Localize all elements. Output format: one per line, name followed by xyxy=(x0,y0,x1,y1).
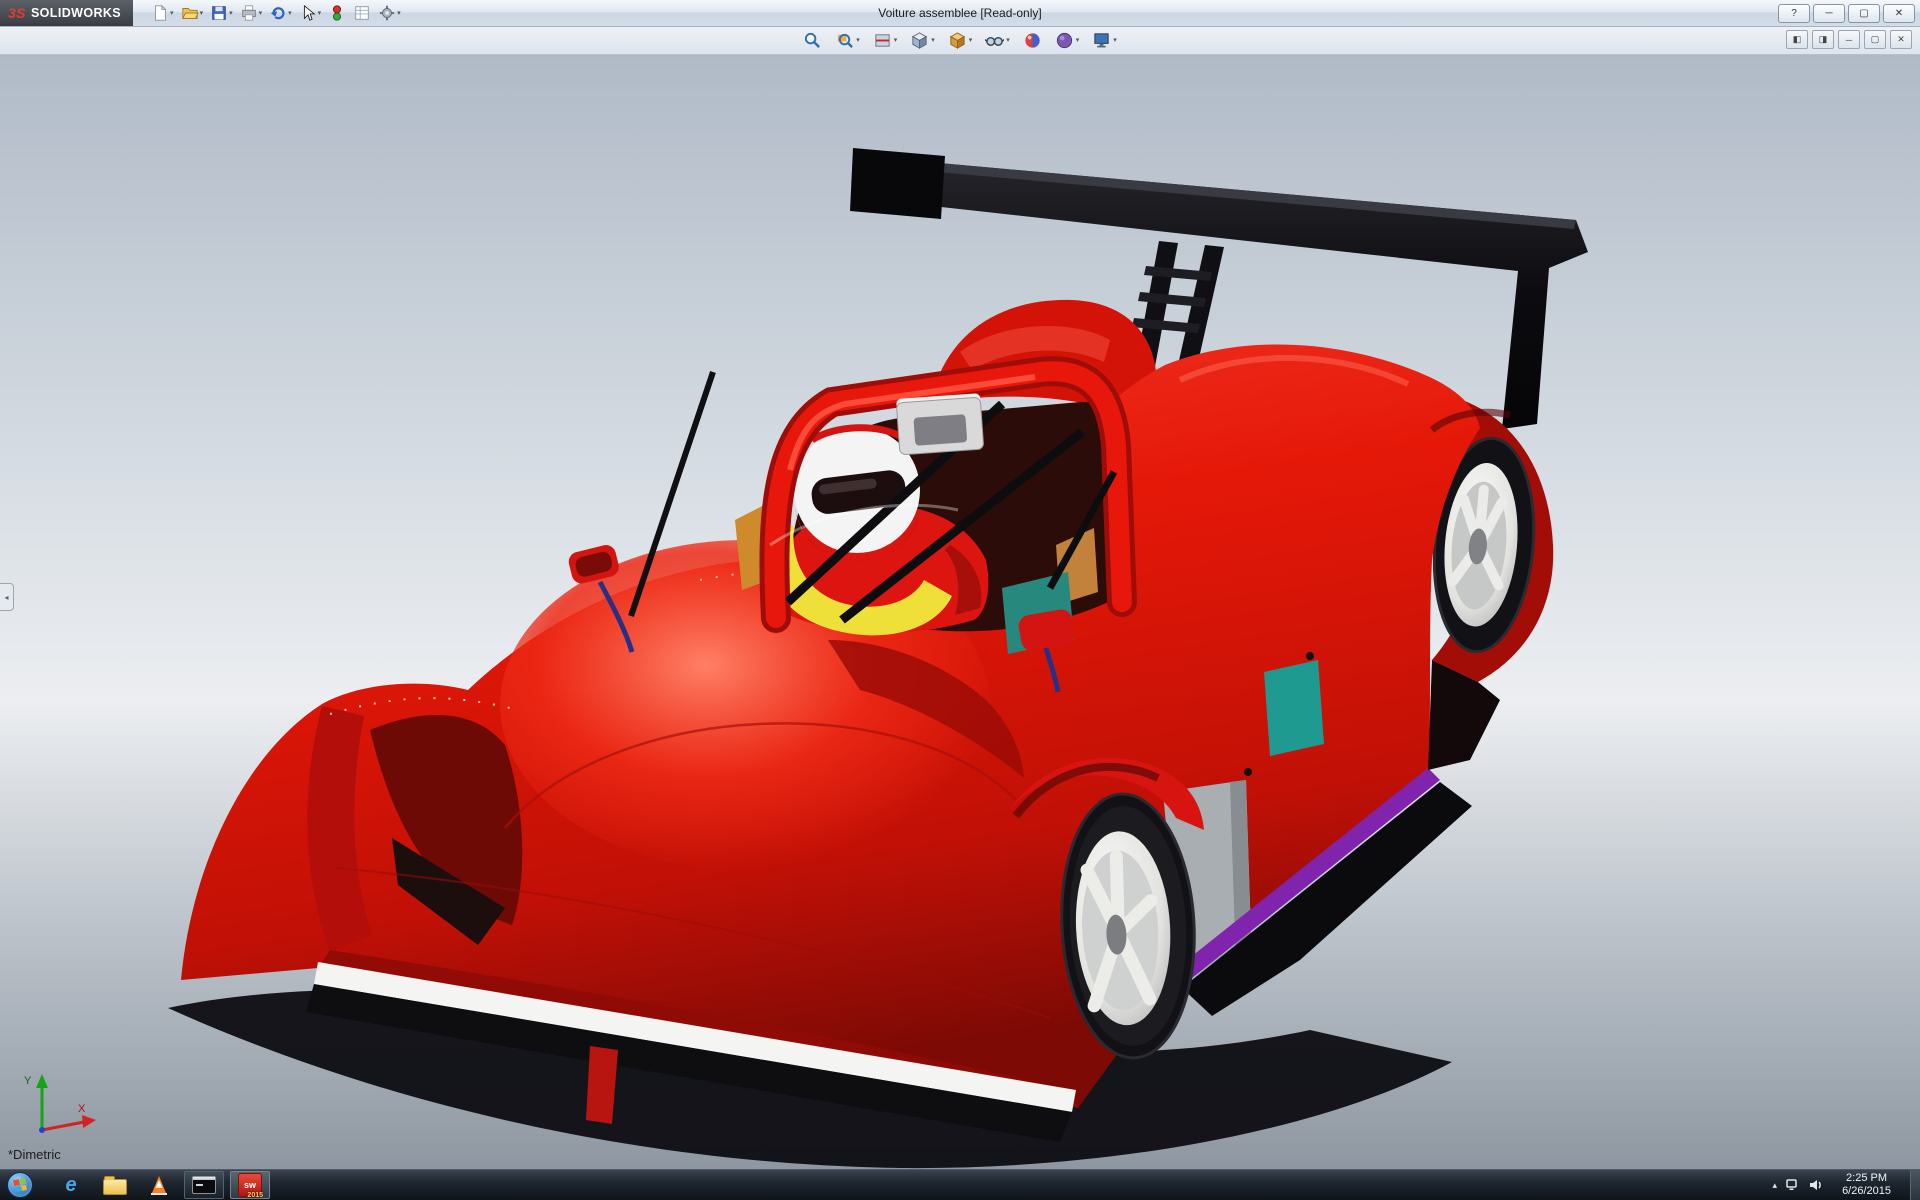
solidworks-year-badge: 2015 xyxy=(247,1192,263,1199)
display-style-button[interactable]: ▾ xyxy=(945,29,976,52)
show-desktop-button[interactable] xyxy=(1910,1170,1920,1200)
save-icon xyxy=(210,4,228,22)
view-settings-monitor-icon xyxy=(1092,31,1111,50)
heads-up-toolbar: ▾ ▾ ▾ ▾ ▾ ▾ xyxy=(0,26,1920,55)
maximize-button[interactable]: ▢ xyxy=(1848,4,1880,23)
view-orientation-cube-icon xyxy=(910,31,929,50)
panel-collapse-tab[interactable]: ◂ xyxy=(0,583,14,611)
hide-show-glasses-icon xyxy=(985,31,1004,50)
new-button[interactable]: ▾ xyxy=(149,3,176,23)
save-button[interactable]: ▾ xyxy=(208,3,235,23)
pane-left-button[interactable]: ◧ xyxy=(1786,30,1808,49)
help-button[interactable]: ? xyxy=(1778,4,1810,23)
graphics-area[interactable]: Y X *Dimetric xyxy=(0,54,1920,1170)
zoom-area-button[interactable]: ▾ xyxy=(832,29,863,52)
volume-icon[interactable] xyxy=(1809,1179,1825,1191)
open-button[interactable]: ▾ xyxy=(179,3,206,23)
undo-button[interactable]: ▾ xyxy=(267,3,294,23)
system-tray: ▴ 2:25 PM 6/26/2015 xyxy=(1773,1170,1920,1200)
view-orientation-label: *Dimetric xyxy=(8,1147,61,1162)
zoom-area-icon xyxy=(835,31,854,50)
sheet-properties-icon xyxy=(353,4,371,22)
zoom-fit-icon xyxy=(803,31,822,50)
doc-restore-button[interactable]: ▢ xyxy=(1864,30,1886,49)
triad-x-label: X xyxy=(78,1103,86,1115)
doc-minimize-button[interactable]: ─ xyxy=(1838,30,1860,49)
select-cursor-icon xyxy=(299,4,317,22)
doc-close-button[interactable]: ✕ xyxy=(1890,30,1912,49)
undo-icon xyxy=(269,4,287,22)
section-view-button[interactable]: ▾ xyxy=(870,29,901,52)
show-hidden-icons-button[interactable]: ▴ xyxy=(1773,1180,1778,1191)
new-document-icon xyxy=(151,4,169,22)
close-button[interactable]: ✕ xyxy=(1883,4,1915,23)
open-folder-icon xyxy=(181,4,199,22)
brand-name: SOLIDWORKS xyxy=(31,6,121,20)
options-button[interactable]: ▾ xyxy=(376,3,403,23)
taskbar-windows-explorer[interactable] xyxy=(96,1172,134,1198)
display-style-icon xyxy=(948,31,967,50)
rebuild-button[interactable] xyxy=(326,3,348,23)
solidworks-icon: sw 2015 xyxy=(238,1173,262,1197)
clock-time: 2:25 PM xyxy=(1842,1172,1891,1185)
hide-show-items-button[interactable]: ▾ xyxy=(982,29,1013,52)
solidworks-logo: 3S SOLIDWORKS xyxy=(0,0,133,26)
taskbar: e sw 2015 ▴ 2:25 PM 6/26/2015 xyxy=(0,1169,1920,1200)
sheet-properties-button[interactable] xyxy=(351,3,373,23)
document-window-controls: ◧ ◨ ─ ▢ ✕ xyxy=(1786,30,1912,49)
camera-housing[interactable] xyxy=(896,393,984,455)
view-orientation-button[interactable]: ▾ xyxy=(907,29,938,52)
taskbar-internet-explorer[interactable]: e xyxy=(52,1172,90,1198)
brand-mark: 3S xyxy=(8,5,26,21)
minimize-button[interactable]: ─ xyxy=(1813,4,1845,23)
print-button[interactable]: ▾ xyxy=(238,3,265,23)
edit-appearance-button[interactable] xyxy=(1020,29,1045,52)
folder-icon xyxy=(103,1179,127,1195)
apply-scene-globe-icon xyxy=(1055,31,1074,50)
main-toolbar: ▾ ▾ ▾ ▾ ▾ ▾ xyxy=(149,3,403,23)
apply-scene-button[interactable]: ▾ xyxy=(1052,29,1083,52)
title-bar: Voiture assemblee [Read-only] 3S SOLIDWO… xyxy=(0,0,1920,27)
view-settings-button[interactable]: ▾ xyxy=(1089,29,1120,52)
taskbar-clock[interactable]: 2:25 PM 6/26/2015 xyxy=(1834,1172,1899,1198)
pane-right-button[interactable]: ◨ xyxy=(1812,30,1834,49)
orientation-triad: Y X xyxy=(20,1070,98,1140)
zoom-fit-button[interactable] xyxy=(800,29,825,52)
network-icon[interactable] xyxy=(1786,1179,1800,1191)
media-player-cone-icon xyxy=(149,1174,169,1196)
window-controls: ? ─ ▢ ✕ xyxy=(1778,4,1920,23)
select-button[interactable]: ▾ xyxy=(297,3,324,23)
command-prompt-icon xyxy=(192,1176,216,1194)
triad-y-label: Y xyxy=(24,1075,32,1087)
taskbar-command-prompt[interactable] xyxy=(184,1171,224,1199)
windows-flag-icon xyxy=(13,1178,27,1192)
desktop-screen: Y X *Dimetric Voiture assemblee [Read-on… xyxy=(0,0,1920,1200)
clock-date: 6/26/2015 xyxy=(1842,1185,1891,1198)
print-icon xyxy=(240,4,258,22)
options-gear-icon xyxy=(378,4,396,22)
race-car-model[interactable] xyxy=(0,54,1920,1170)
rebuild-icon xyxy=(328,4,346,22)
taskbar-solidworks[interactable]: sw 2015 xyxy=(230,1171,270,1199)
internet-explorer-icon: e xyxy=(65,1175,76,1195)
start-button[interactable] xyxy=(7,1172,33,1198)
edit-appearance-ball-icon xyxy=(1023,31,1042,50)
section-view-icon xyxy=(873,31,892,50)
taskbar-media-player[interactable] xyxy=(140,1172,178,1198)
